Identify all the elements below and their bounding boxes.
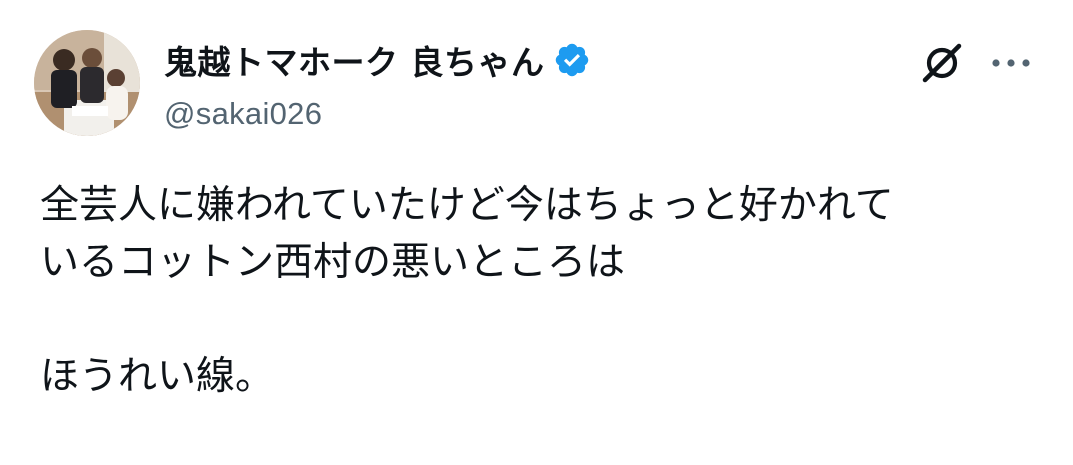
author-handle[interactable]: @sakai026 bbox=[164, 96, 591, 132]
author-names: 鬼越トマホーク 良ちゃん @sakai026 bbox=[164, 38, 591, 132]
display-name-row: 鬼越トマホーク 良ちゃん bbox=[164, 38, 591, 82]
post-text: 全芸人に嫌われていたけど今はちょっと好かれて いるコットン西村の悪いところは ほ… bbox=[40, 177, 1040, 405]
grok-icon bbox=[922, 43, 962, 83]
post-text-blank-line bbox=[40, 291, 1040, 348]
more-button[interactable] bbox=[989, 41, 1033, 85]
display-name[interactable]: 鬼越トマホーク 良ちゃん bbox=[164, 36, 545, 84]
grok-button[interactable] bbox=[917, 38, 967, 88]
post-header: 鬼越トマホーク 良ちゃん @sakai026 bbox=[34, 28, 1033, 138]
post-actions bbox=[917, 38, 1033, 88]
post-text-line: いるコットン西村の悪いところは bbox=[40, 240, 626, 285]
post-text-line: 全芸人に嫌われていたけど今はちょっと好かれて bbox=[40, 183, 894, 228]
post-text-line: ほうれい線。 bbox=[40, 354, 275, 399]
verified-badge-icon[interactable] bbox=[553, 41, 591, 79]
avatar-image bbox=[34, 30, 140, 136]
post-card: 鬼越トマホーク 良ちゃん @sakai026 全芸人に嫌われていたけど今はちょっ… bbox=[0, 0, 1073, 465]
more-icon bbox=[992, 59, 1030, 67]
avatar[interactable] bbox=[34, 30, 140, 136]
